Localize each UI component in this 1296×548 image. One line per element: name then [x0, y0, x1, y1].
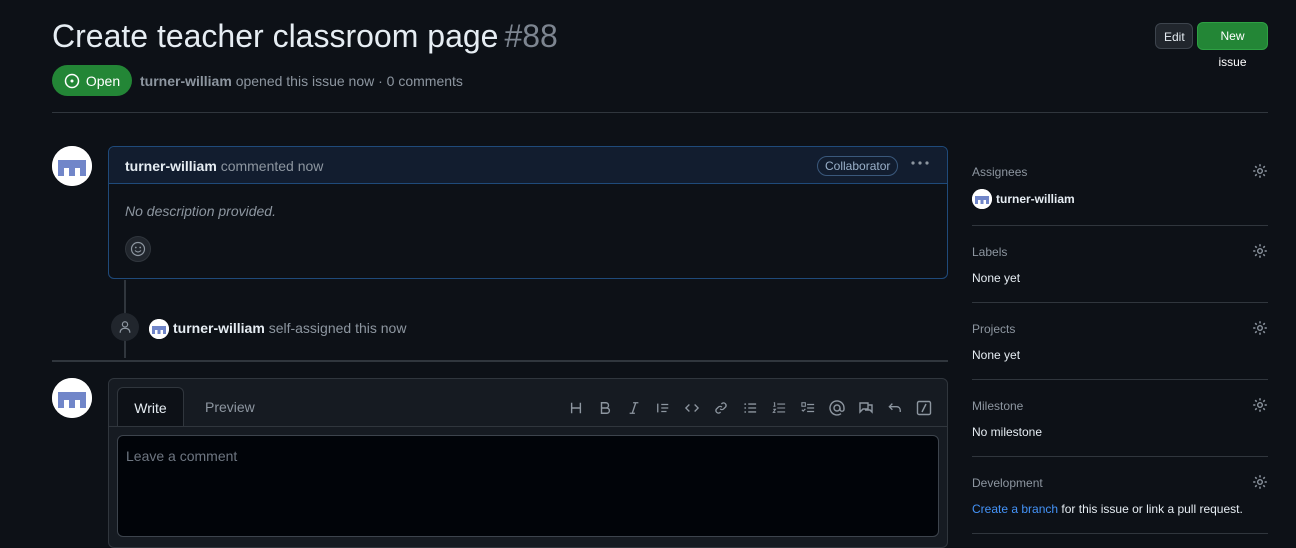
comment-byline: turner-william commented now [125, 158, 323, 174]
issue-title-text: Create teacher classroom page [52, 18, 499, 54]
code-icon[interactable] [677, 397, 706, 419]
bold-icon[interactable] [590, 397, 619, 419]
issue-meta: turner-william opened this issue now · 0… [140, 73, 463, 89]
sidebar-development-value: Create a branch for this issue or link a… [972, 502, 1243, 516]
sidebar-milestone-label[interactable]: Milestone [972, 399, 1023, 413]
gear-icon[interactable] [1252, 397, 1268, 413]
quote-icon[interactable] [648, 397, 677, 419]
sidebar-projects-value: None yet [972, 348, 1021, 362]
sidebar-divider [972, 456, 1268, 457]
reference-icon[interactable] [851, 397, 880, 419]
avatar[interactable] [52, 378, 92, 418]
assignee-item[interactable]: turner-william [972, 189, 1075, 209]
unordered-list-icon[interactable] [735, 397, 764, 419]
italic-icon[interactable] [619, 397, 648, 419]
avatar[interactable] [149, 319, 169, 339]
issue-meta-text: opened this issue now · 0 comments [235, 73, 463, 89]
comment-editor: Write Preview Leave a comment [108, 378, 948, 548]
create-branch-link[interactable]: Create a branch [972, 502, 1058, 516]
heading-icon[interactable] [561, 397, 590, 419]
issue-comment: turner-william commented now Collaborato… [108, 146, 948, 279]
ordered-list-icon[interactable] [764, 397, 793, 419]
sidebar-labels-label[interactable]: Labels [972, 245, 1007, 259]
header-divider [52, 112, 1268, 113]
avatar[interactable] [52, 146, 92, 186]
sidebar-divider [972, 379, 1268, 380]
sidebar-labels-value: None yet [972, 271, 1021, 285]
comment-body: No description provided. [125, 203, 276, 219]
avatar-identicon [52, 146, 92, 186]
event-actor-link[interactable]: turner-william [173, 320, 265, 336]
comment-textarea[interactable]: Leave a comment [117, 435, 939, 537]
slash-command-icon[interactable] [909, 397, 938, 419]
sidebar-divider [972, 533, 1268, 534]
comment-timestamp[interactable]: commented now [221, 158, 324, 174]
timeline-divider [52, 360, 948, 362]
status-badge: Open [52, 65, 132, 96]
status-label: Open [85, 72, 121, 89]
add-reaction-button[interactable] [125, 236, 151, 262]
event-action: self-assigned this now [268, 320, 407, 336]
markdown-toolbar [561, 397, 938, 419]
sidebar-development-label[interactable]: Development [972, 476, 1043, 490]
sidebar-milestone-value: No milestone [972, 425, 1043, 439]
gear-icon[interactable] [1252, 243, 1268, 259]
issue-title: Create teacher classroom page #88 [52, 18, 558, 55]
assignee-name: turner-william [996, 192, 1075, 206]
smiley-icon [130, 241, 146, 257]
timeline-event: turner-william self-assigned this now [173, 320, 406, 336]
link-icon[interactable] [706, 397, 735, 419]
avatar [972, 189, 992, 209]
mention-icon[interactable] [822, 397, 851, 419]
tab-preview[interactable]: Preview [205, 399, 255, 415]
edit-button[interactable]: Edit [1155, 23, 1193, 49]
gear-icon[interactable] [1252, 320, 1268, 336]
issue-open-icon [64, 73, 80, 88]
gear-icon[interactable] [1252, 163, 1268, 179]
person-icon [111, 313, 139, 341]
comment-header: turner-william commented now Collaborato… [109, 147, 947, 184]
editor-divider [109, 426, 947, 427]
undo-icon[interactable] [880, 397, 909, 419]
comment-author-link[interactable]: turner-william [125, 158, 217, 174]
sidebar-assignees-label[interactable]: Assignees [972, 165, 1027, 179]
new-issue-button[interactable]: New issue [1197, 22, 1268, 69]
kebab-menu-icon[interactable] [909, 155, 931, 175]
sidebar-divider [972, 225, 1268, 226]
issue-author-link[interactable]: turner-william [140, 73, 232, 89]
sidebar-divider [972, 302, 1268, 303]
task-list-icon[interactable] [793, 397, 822, 419]
gear-icon[interactable] [1252, 474, 1268, 490]
role-badge: Collaborator [817, 156, 899, 176]
development-suffix: for this issue or link a pull request. [1061, 502, 1243, 516]
sidebar-projects-label[interactable]: Projects [972, 322, 1015, 336]
issue-number: #88 [504, 18, 558, 54]
tab-write[interactable]: Write [117, 387, 184, 427]
